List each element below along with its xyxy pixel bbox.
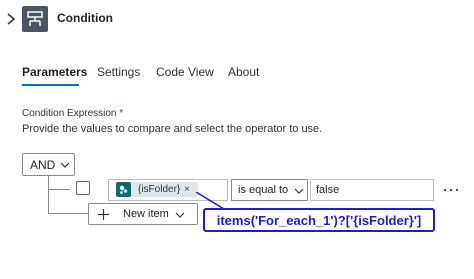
group-operator-dropdown[interactable]: AND [22,153,75,176]
tab-code-view[interactable]: Code View [156,64,214,80]
expression-annotation-text: items('For_each_1')?['{isFolder}'] [216,213,422,228]
more-options-icon[interactable] [437,181,465,199]
chevron-right-icon[interactable] [4,11,18,27]
tab-about[interactable]: About [228,64,259,80]
condition-icon [22,6,48,32]
required-marker: * [119,108,124,119]
expression-annotation: items('For_each_1')?['{isFolder}'] [203,208,435,232]
chevron-down-icon [60,162,70,168]
condition-expression-label: Condition Expression * [22,107,123,120]
plus-icon [98,209,109,220]
tree-connector-vertical [48,176,49,213]
chevron-down-icon [175,212,185,218]
row-select-checkbox[interactable] [76,181,90,195]
new-item-label: New item [123,208,169,220]
new-item-button[interactable]: New item [88,203,198,225]
active-tab-indicator [22,84,79,86]
tree-connector-row [48,189,70,190]
token-remove-icon[interactable]: × [184,183,190,196]
tab-settings[interactable]: Settings [97,64,140,80]
condition-expression-label-text: Condition Expression [22,108,117,119]
dynamic-content-token[interactable]: {isFolder} × [116,182,198,197]
operator-dropdown[interactable]: is equal to [231,179,308,201]
operator-value: is equal to [238,184,289,196]
sharepoint-icon [116,182,131,197]
condition-expression-description: Provide the values to compare and select… [22,123,323,135]
right-operand-input[interactable] [310,179,434,201]
tab-parameters[interactable]: Parameters [22,64,87,80]
page-title: Condition [57,11,113,25]
tree-connector-new-item [48,213,88,214]
chevron-down-icon [294,188,304,194]
group-operator-value: AND [30,158,56,172]
token-label: {isFolder} [138,184,181,195]
